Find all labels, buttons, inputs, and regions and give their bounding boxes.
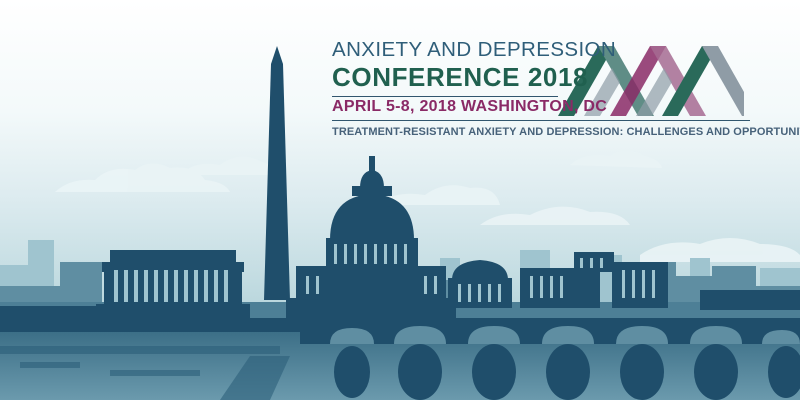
- date-location: APRIL 5-8, 2018 WASHINGTON, DC: [332, 98, 608, 115]
- date-divider: [332, 120, 750, 121]
- conference-theme: TREATMENT-RESISTANT ANXIETY AND DEPRESSI…: [332, 126, 800, 138]
- clouds: [55, 151, 800, 262]
- conference-banner: ANXIETY AND DEPRESSION CONFERENCE 2018 A…: [0, 0, 800, 400]
- title-divider: [332, 96, 558, 97]
- conference-name-line2: CONFERENCE 2018: [332, 62, 589, 92]
- conference-name-line1: ANXIETY AND DEPRESSION: [332, 38, 617, 61]
